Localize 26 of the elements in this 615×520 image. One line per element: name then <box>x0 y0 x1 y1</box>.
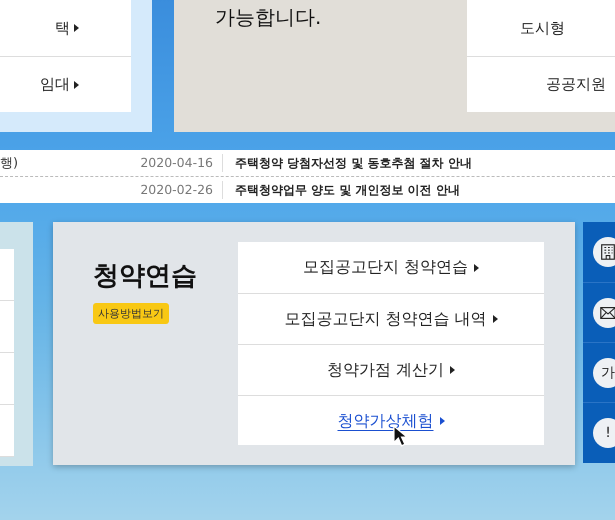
building-icon[interactable] <box>593 237 615 267</box>
practice-link[interactable]: 청약가상체험 <box>338 410 434 432</box>
menu-link[interactable]: 택 <box>55 18 70 38</box>
notice-link[interactable]: 주택청약업무 양도 및 개인정보 이전 안내 <box>223 182 460 198</box>
quick-button[interactable]: ! <box>593 418 615 448</box>
caret-icon <box>474 264 480 272</box>
section-title: 청약연습 <box>93 260 198 293</box>
notice-date: 2020-02-26 <box>120 181 223 199</box>
practice-link[interactable]: 모집공고단지 청약연습 내역 <box>284 308 487 330</box>
menu-link[interactable]: 공공지원 <box>546 75 606 94</box>
menu-link[interactable]: 임대 <box>40 75 70 94</box>
notice-text: 행) <box>0 156 18 171</box>
practice-link[interactable]: 청약가점 계산기 <box>326 360 444 380</box>
practice-link[interactable]: 모집공고단지 청약연습 <box>302 257 468 278</box>
menu-link[interactable]: 도시형 <box>520 18 565 38</box>
notice-date: 2020-04-16 <box>120 154 223 172</box>
guide-button[interactable]: 사용방법보기 <box>93 303 169 324</box>
caret-icon <box>450 366 456 374</box>
caret-icon <box>74 24 79 32</box>
info-text: 가능합니다. <box>215 4 322 31</box>
notice-link[interactable]: 주택청약 당첨자선정 및 동호추첨 절차 안내 <box>223 154 472 172</box>
mail-icon[interactable] <box>593 298 615 328</box>
caret-icon <box>440 417 444 425</box>
quick-button[interactable]: 가 <box>593 358 615 388</box>
caret-icon <box>74 80 79 88</box>
caret-icon <box>492 315 498 323</box>
